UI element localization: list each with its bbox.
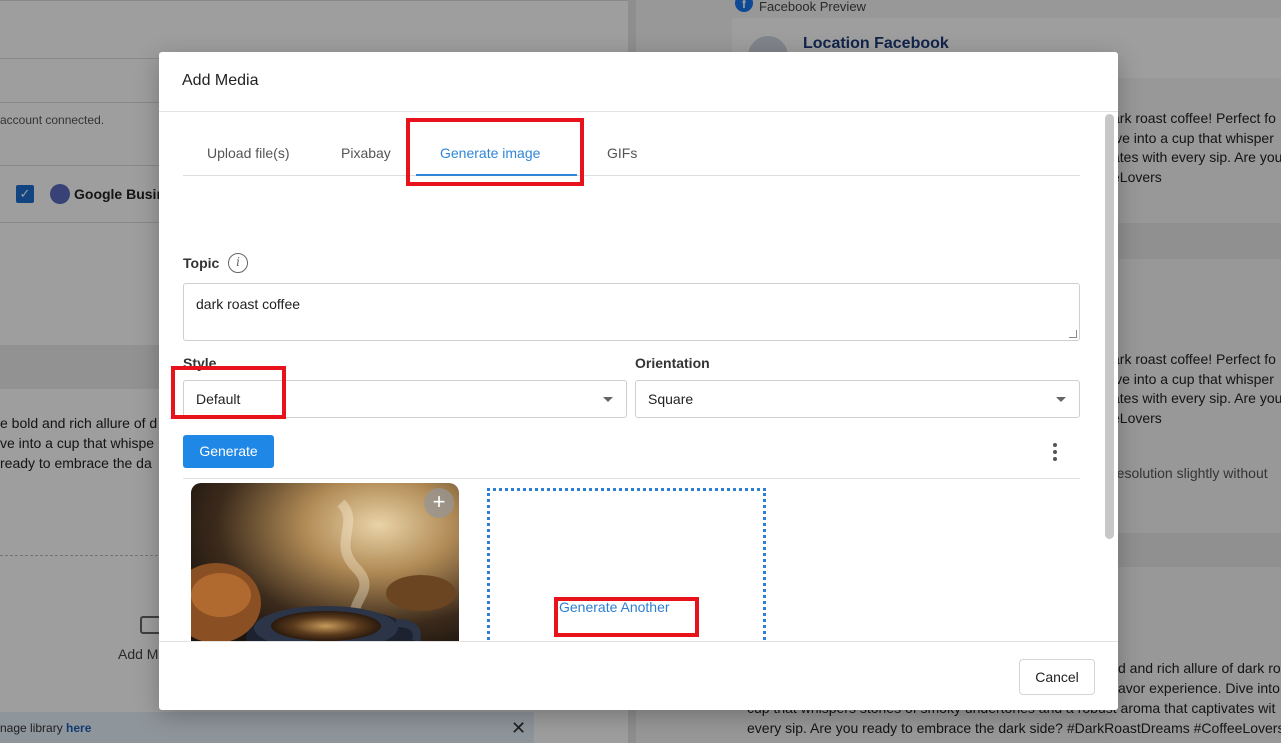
tab-pixabay[interactable]: Pixabay	[341, 145, 391, 161]
orientation-select[interactable]: Square	[635, 380, 1080, 418]
orientation-label: Orientation	[635, 355, 710, 371]
tab-upload-files[interactable]: Upload file(s)	[207, 145, 289, 161]
orientation-selected-value: Square	[648, 391, 694, 407]
highlight-generate-image-tab	[406, 118, 584, 186]
highlight-generate-another-button	[554, 597, 699, 637]
scrollbar[interactable]	[1105, 114, 1114, 539]
cancel-button[interactable]: Cancel	[1019, 659, 1095, 695]
dialog-header: Add Media	[159, 52, 1118, 112]
generated-image-thumbnail[interactable]	[191, 483, 459, 641]
topic-label: Topic	[183, 255, 220, 271]
chevron-down-icon	[603, 397, 613, 402]
divider	[183, 478, 1080, 479]
dialog-body: Upload file(s) Pixabay Generate image GI…	[159, 112, 1103, 641]
coffee-image	[191, 483, 459, 641]
topic-value: dark roast coffee	[196, 296, 301, 312]
topic-input[interactable]: dark roast coffee	[183, 283, 1080, 341]
chevron-down-icon	[1056, 397, 1066, 402]
media-tabs: Upload file(s) Pixabay Generate image GI…	[183, 112, 1080, 176]
tab-gifs[interactable]: GIFs	[607, 145, 637, 161]
more-options-icon[interactable]	[1052, 443, 1058, 463]
highlight-generate-button	[171, 366, 286, 419]
dialog-footer: Cancel	[159, 641, 1118, 710]
generate-button[interactable]: Generate	[183, 435, 274, 468]
add-image-icon[interactable]: +	[424, 488, 454, 518]
resize-handle[interactable]	[1069, 330, 1077, 338]
info-icon[interactable]: i	[228, 253, 248, 273]
dialog-title: Add Media	[182, 72, 259, 89]
